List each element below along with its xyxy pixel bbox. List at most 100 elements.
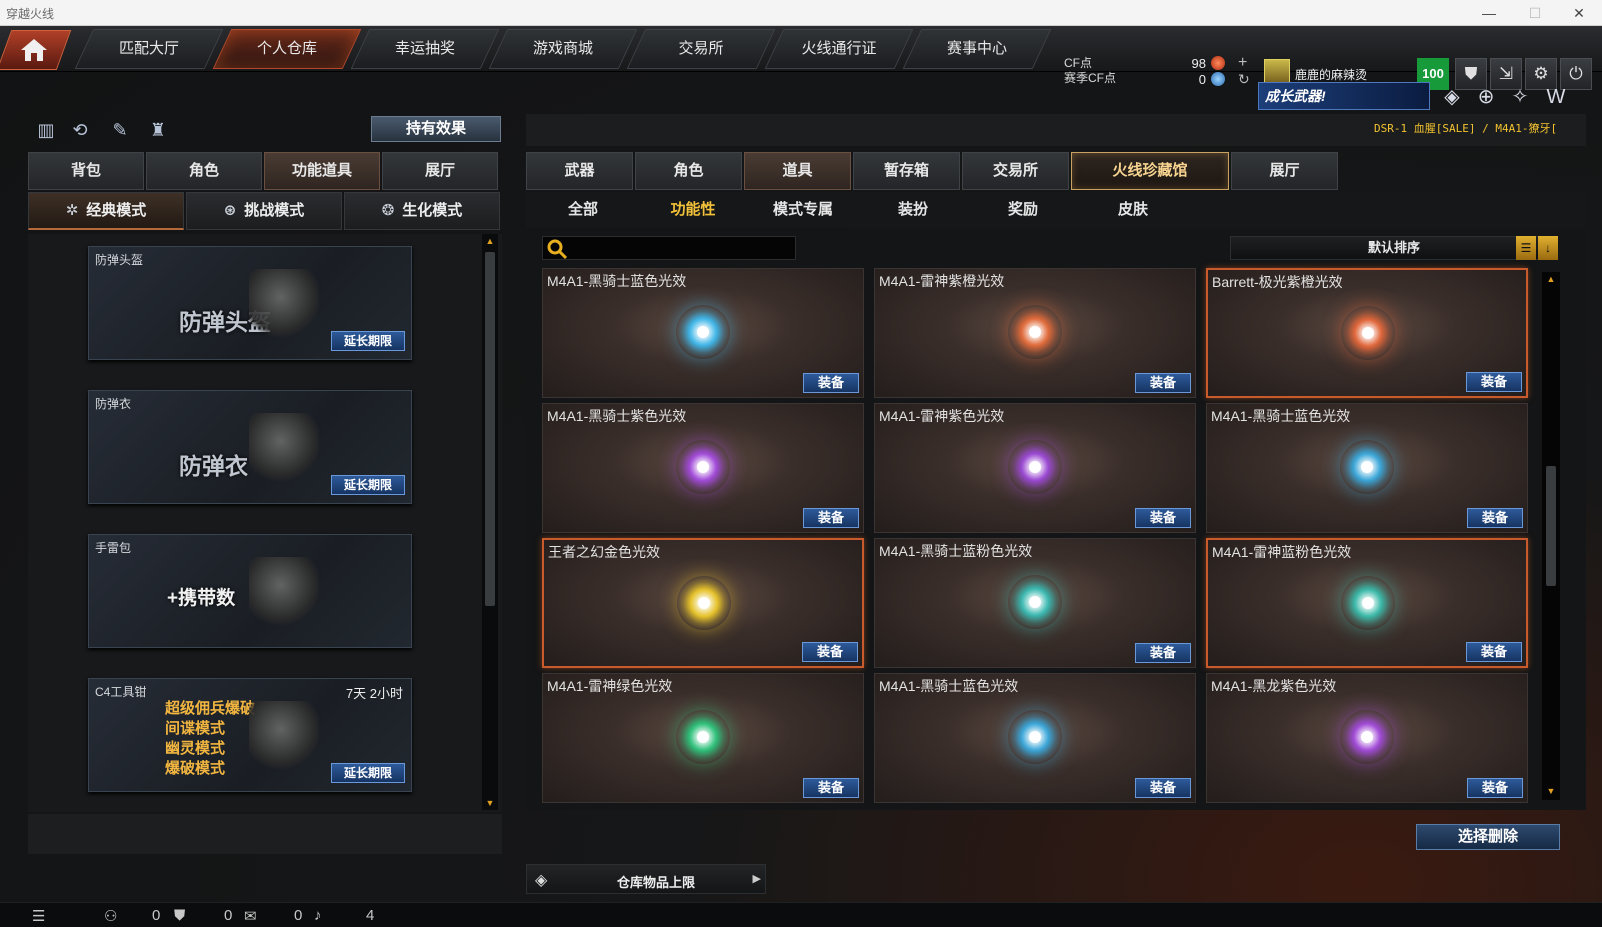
right-tab-0[interactable]: 武器 [526, 152, 633, 190]
nav-tab-1[interactable]: 个人仓库 [212, 29, 362, 69]
select-delete-button[interactable]: 选择删除 [1416, 824, 1560, 850]
item-card[interactable]: M4A1-黑骑士蓝色光效 装备 [542, 268, 864, 398]
refresh-icon[interactable]: ↻ [1238, 71, 1250, 88]
menu-icon[interactable]: ☰ [32, 907, 45, 925]
friends-icon[interactable]: ⚇ [104, 907, 117, 925]
left-scrollbar[interactable]: ▲ ▼ [482, 234, 498, 810]
home-button[interactable] [0, 30, 72, 70]
right-scrollbar[interactable]: ▲ ▼ [1542, 272, 1560, 800]
mode-button-2[interactable]: ❂ 生化模式 [344, 192, 500, 230]
equip-button[interactable]: 装备 [803, 508, 859, 528]
item-card[interactable]: M4A1-黑龙紫色光效 装备 [1206, 673, 1528, 803]
item-card[interactable]: M4A1-雷神紫橙光效 装备 [874, 268, 1196, 398]
inventory-item-card[interactable]: 防弹头盔 防弹头盔 延长期限 [88, 246, 412, 360]
scroll-thumb[interactable] [485, 252, 495, 606]
item-card[interactable]: M4A1-黑骑士紫色光效 装备 [542, 403, 864, 533]
left-tab-0[interactable]: 背包 [28, 152, 144, 190]
volume-icon[interactable]: ♪ [314, 907, 322, 924]
nav-tab-5[interactable]: 火线通行证 [764, 29, 914, 69]
clan-icon[interactable]: ⛊ [174, 907, 185, 924]
avatar[interactable] [1264, 59, 1290, 83]
item-card[interactable]: M4A1-黑骑士蓝粉色光效 装备 [874, 538, 1196, 668]
subtab-3[interactable]: 装扮 [858, 192, 968, 228]
item-card[interactable]: M4A1-雷神蓝粉色光效 装备 [1206, 538, 1528, 668]
item-card[interactable]: 王者之幻金色光效 装备 [542, 538, 864, 668]
nav-tab-4[interactable]: 交易所 [626, 29, 776, 69]
scroll-thumb[interactable] [1546, 466, 1556, 586]
stats-icon[interactable]: ▥ [32, 116, 60, 144]
item-card[interactable]: M4A1-雷神紫色光效装备 [874, 403, 1196, 533]
item-mode-line: 间谍模式 [165, 720, 226, 737]
minimize-button[interactable]: — [1466, 2, 1512, 24]
chat-icon[interactable]: ✉ [244, 907, 257, 925]
subtab-1[interactable]: 功能性 [638, 192, 748, 228]
right-tab-6[interactable]: 展厅 [1231, 152, 1338, 190]
equip-button[interactable]: 装备 [1466, 642, 1522, 662]
right-tab-3[interactable]: 暂存箱 [853, 152, 960, 190]
equip-button[interactable]: 装备 [802, 642, 858, 662]
left-tab-1[interactable]: 角色 [146, 152, 262, 190]
hold-effect-button[interactable]: 持有效果 [371, 116, 501, 142]
nav-tab-2[interactable]: 幸运抽奖 [350, 29, 500, 69]
bag-icon[interactable]: ♜ [144, 116, 172, 144]
extend-period-button[interactable]: 延长期限 [331, 331, 405, 351]
growth-weapon-banner[interactable]: 成长武器! [1258, 82, 1430, 110]
scroll-down-icon[interactable]: ▼ [1546, 786, 1556, 796]
nav-tab-0[interactable]: 匹配大厅 [74, 29, 224, 69]
maximize-button[interactable]: ☐ [1512, 2, 1558, 24]
equip-button[interactable]: 装备 [1135, 643, 1191, 663]
close-button[interactable]: ✕ [1556, 2, 1602, 24]
scroll-down-icon[interactable]: ▼ [485, 798, 495, 808]
wing-emblem-icon[interactable]: W [1542, 83, 1570, 111]
item-card[interactable]: M4A1-雷神绿色光效 装备 [542, 673, 864, 803]
scroll-up-icon[interactable]: ▲ [485, 236, 495, 246]
equip-button[interactable]: 装备 [803, 778, 859, 798]
mode-button-1[interactable]: ⊛ 挑战模式 [186, 192, 342, 230]
equip-button[interactable]: 装备 [803, 373, 859, 393]
globe-emblem-icon[interactable]: ⊕ [1472, 83, 1500, 111]
right-tab-4[interactable]: 交易所 [962, 152, 1069, 190]
equip-button[interactable]: 装备 [1135, 373, 1191, 393]
right-tab-2[interactable]: 道具 [744, 152, 851, 190]
add-cf-icon[interactable]: + [1238, 54, 1247, 72]
subtab-0[interactable]: 全部 [528, 192, 638, 228]
subtab-5[interactable]: 皮肤 [1078, 192, 1188, 228]
mode-button-0[interactable]: ✲ 经典模式 [28, 192, 184, 230]
right-tab-1[interactable]: 角色 [635, 152, 742, 190]
equip-button[interactable]: 装备 [1135, 508, 1191, 528]
user-edit-icon[interactable]: ✎ [106, 116, 134, 144]
equip-button[interactable]: 装备 [1135, 778, 1191, 798]
inventory-item-card[interactable]: C4工具钳 7天 2小时 超级佣兵爆破 间谍模式 幽灵模式 爆破模式 延长期限 [88, 678, 412, 792]
nav-tab-6[interactable]: 赛事中心 [902, 29, 1052, 69]
right-tab-row: 武器 角色 道具 暂存箱 交易所 火线珍藏馆 展厅 [526, 152, 1340, 190]
marquee-ticker: DSR-1 血腥[SALE] / M4A1-獠牙[ [1374, 122, 1558, 135]
crest-emblem-icon[interactable]: ✧ [1506, 83, 1534, 111]
subtab-2[interactable]: 模式专属 [748, 192, 858, 228]
item-card[interactable]: M4A1-黑骑士蓝色光效 装备 [874, 673, 1196, 803]
scroll-up-icon[interactable]: ▲ [1546, 274, 1556, 284]
left-tab-2[interactable]: 功能道具 [264, 152, 380, 190]
extend-period-button[interactable]: 延长期限 [331, 475, 405, 495]
sort-dropdown[interactable]: 默认排序 [1230, 236, 1558, 260]
rank-emblem-icon[interactable]: ◈ [1438, 83, 1466, 111]
storage-capacity-button[interactable]: ◈ 仓库物品上限 ▶ [526, 864, 766, 894]
history-icon[interactable]: ⟲ [66, 116, 94, 144]
inventory-item-card[interactable]: 手雷包 +携带数 [88, 534, 412, 648]
item-card[interactable]: Barrett-极光紫橙光效 装备 [1206, 268, 1528, 398]
equip-button[interactable]: 装备 [1467, 508, 1523, 528]
subtab-4[interactable]: 奖励 [968, 192, 1078, 228]
item-card[interactable]: M4A1-黑骑士蓝色光效 装备 [1206, 403, 1528, 533]
equip-button[interactable]: 装备 [1466, 372, 1522, 392]
sort-direction-icon[interactable]: ↓ [1538, 236, 1558, 260]
search-box[interactable] [542, 236, 796, 260]
extend-period-button[interactable]: 延长期限 [331, 763, 405, 783]
left-tab-3[interactable]: 展厅 [382, 152, 498, 190]
item-name: M4A1-雷神紫色光效 [879, 408, 1005, 424]
inventory-item-card[interactable]: 防弹衣 防弹衣 延长期限 [88, 390, 412, 504]
equip-button[interactable]: 装备 [1467, 778, 1523, 798]
search-input[interactable] [569, 239, 789, 257]
nav-tab-3[interactable]: 游戏商城 [488, 29, 638, 69]
list-view-icon[interactable]: ☰ [1516, 236, 1536, 260]
mode-label: 经典模式 [86, 202, 147, 219]
right-tab-5[interactable]: 火线珍藏馆 [1071, 152, 1229, 190]
